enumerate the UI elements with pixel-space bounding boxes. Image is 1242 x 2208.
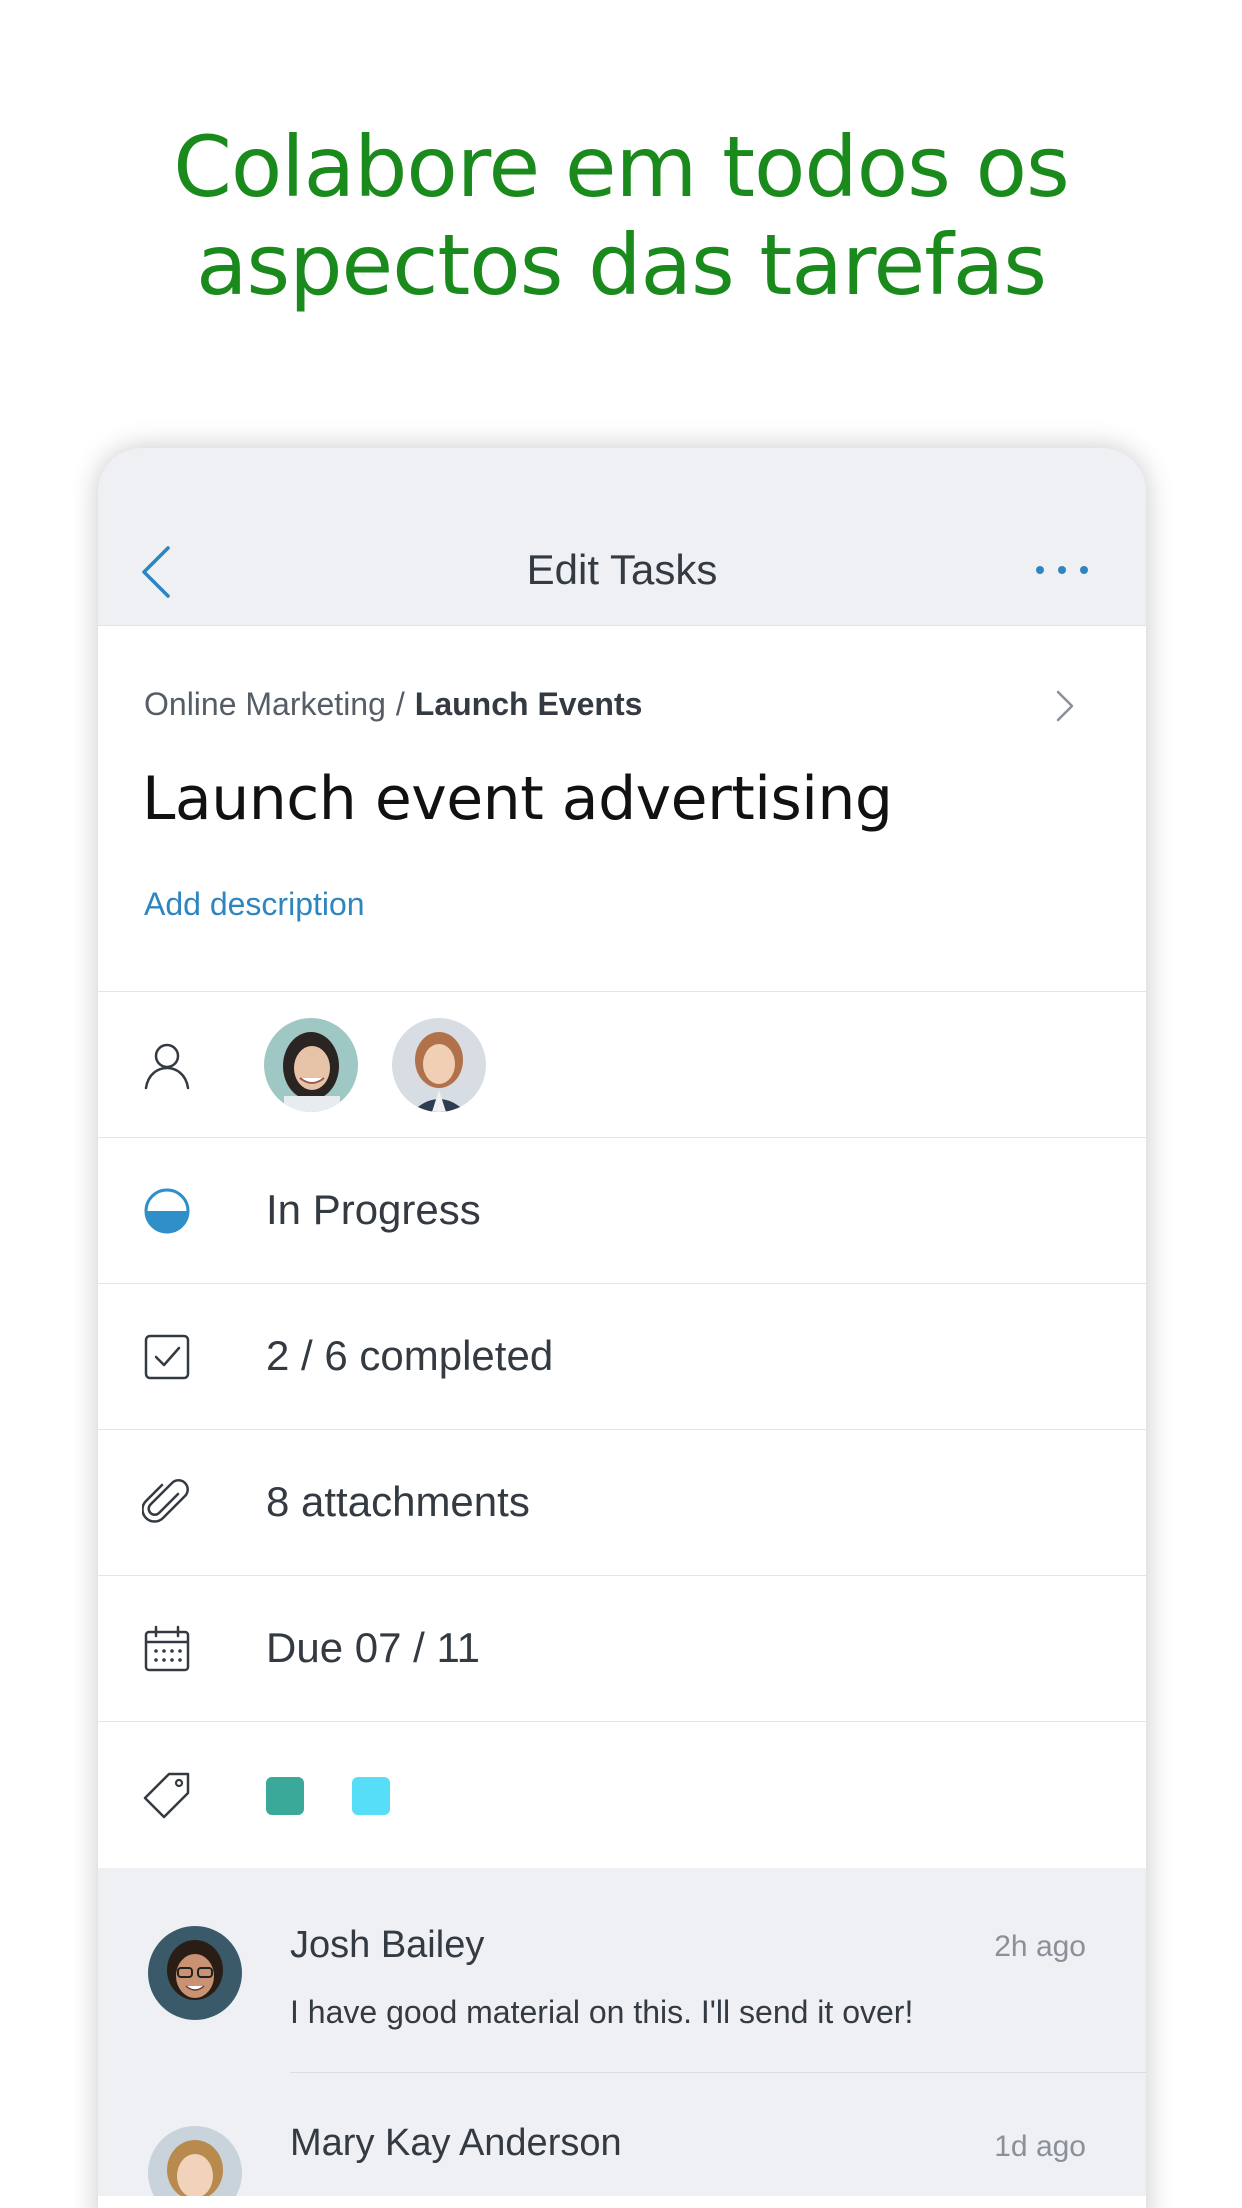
comment-text: I have good material on this. I'll send …: [290, 1994, 914, 2030]
paperclip-icon: [142, 1479, 189, 1523]
more-dots-icon[interactable]: [1032, 560, 1092, 580]
comment-timestamp: 1d ago: [994, 2130, 1086, 2163]
tag-icon: [143, 1772, 190, 1819]
breadcrumb-current[interactable]: Launch Events: [415, 686, 643, 722]
calendar-icon: [144, 1625, 190, 1672]
attachments-row[interactable]: 8 attachments: [98, 1430, 1146, 1576]
label-chip-cyan[interactable]: [352, 1777, 390, 1815]
avatar[interactable]: [264, 1018, 358, 1112]
status-row[interactable]: In Progress: [98, 1138, 1146, 1284]
person-icon: [144, 1043, 190, 1090]
chevron-right-icon[interactable]: [1054, 688, 1076, 724]
breadcrumb[interactable]: Online Marketing / Launch Events: [144, 686, 642, 723]
headline-line-1: Colabore em todos os: [173, 118, 1070, 216]
status-label: In Progress: [266, 1186, 481, 1233]
avatar[interactable]: [392, 1018, 486, 1112]
headline-line-2: aspectos das tarefas: [195, 216, 1047, 314]
attachments-label: 8 attachments: [266, 1478, 530, 1525]
avatar-photo-woman-dark-hair: [264, 1018, 358, 1112]
task-detail: Online Marketing / Launch Events Launch ev…: [98, 626, 1146, 1868]
label-chip-teal[interactable]: [266, 1777, 304, 1815]
task-title[interactable]: Launch event advertising: [142, 764, 893, 834]
device-frame: Edit Tasks Online Marketing / Launch Event…: [98, 448, 1146, 2208]
due-date-row[interactable]: Due 07 / 11: [98, 1576, 1146, 1722]
checkbox-icon: [144, 1334, 190, 1380]
promo-headline: Colabore em todos os aspectos das tarefa…: [0, 118, 1242, 314]
comment-composer-edge: [98, 2196, 1146, 2208]
avatar[interactable]: [148, 1926, 242, 2020]
assignees-row[interactable]: [98, 992, 1146, 1138]
comment-author: Josh Bailey: [290, 1924, 485, 1966]
breadcrumb-parent[interactable]: Online Marketing: [144, 686, 386, 722]
breadcrumb-separator: /: [395, 686, 405, 722]
page-title: Edit Tasks: [526, 546, 718, 593]
nav-bar: Edit Tasks: [98, 448, 1146, 626]
avatar-photo-woman-light-hair: [392, 1018, 486, 1112]
checklist-row[interactable]: 2 / 6 completed: [98, 1284, 1146, 1430]
labels-row[interactable]: [98, 1722, 1146, 1868]
avatar-photo-man-glasses: [148, 1926, 242, 2020]
due-date-label: Due 07 / 11: [266, 1624, 481, 1671]
comment-author: Mary Kay Anderson: [290, 2122, 622, 2164]
comments-section: Josh Bailey 2h ago I have good material …: [98, 1874, 1146, 2208]
comment-divider: [290, 2072, 1146, 2073]
comment-timestamp: 2h ago: [994, 1930, 1086, 1963]
add-description-link[interactable]: Add description: [144, 886, 365, 923]
checklist-label: 2 / 6 completed: [266, 1332, 554, 1379]
task-header: Online Marketing / Launch Events Launch ev…: [98, 626, 1146, 992]
progress-half-icon: [144, 1188, 190, 1234]
